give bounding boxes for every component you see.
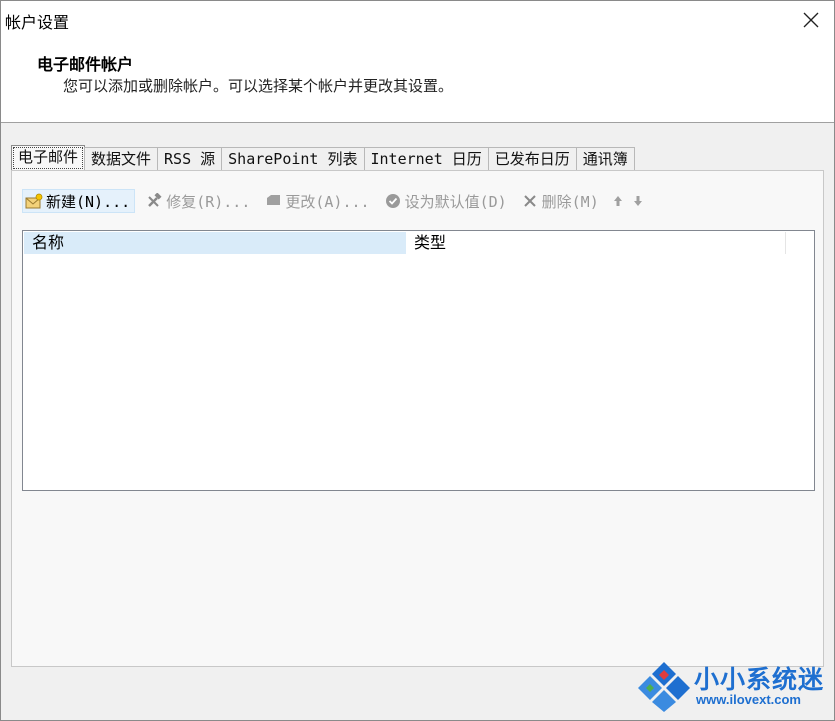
email-tab-panel: 新建(N)... 修复(R)... 更改(A)... 设为默认值(D) 删除(M…: [11, 170, 824, 667]
new-account-label: 新建(N)...: [46, 192, 131, 211]
watermark-text: 小小系统迷: [694, 665, 825, 694]
title-bar: 帐户设置: [1, 1, 834, 39]
watermark-url: www.ilovext.com: [696, 692, 801, 707]
set-default-label: 设为默认值(D): [404, 192, 507, 211]
tab-published-calendars[interactable]: 已发布日历: [487, 147, 577, 171]
header-description: 您可以添加或删除帐户。可以选择某个帐户并更改其设置。: [63, 77, 454, 95]
window-title: 帐户设置: [5, 13, 70, 32]
set-default-button[interactable]: 设为默认值(D): [382, 189, 511, 213]
check-circle-icon: [384, 192, 402, 210]
watermark-logo-icon: [638, 662, 690, 712]
delete-label: 删除(M): [541, 192, 599, 211]
list-header: 名称 类型: [24, 232, 813, 254]
dialog-header: 电子邮件帐户 您可以添加或删除帐户。可以选择某个帐户并更改其设置。: [1, 39, 834, 123]
tab-data-files[interactable]: 数据文件: [84, 147, 159, 171]
account-toolbar: 新建(N)... 修复(R)... 更改(A)... 设为默认值(D) 删除(M…: [22, 189, 651, 213]
change-label: 更改(A)...: [285, 192, 370, 211]
tab-internet-calendars[interactable]: Internet 日历: [363, 147, 489, 171]
change-button[interactable]: 更改(A)...: [262, 189, 373, 213]
tab-sharepoint-lists[interactable]: SharePoint 列表: [221, 147, 365, 171]
close-button[interactable]: [798, 7, 824, 33]
watermark: 小小系统迷 www.ilovext.com: [636, 658, 826, 712]
header-title: 电子邮件帐户: [37, 55, 134, 74]
arrow-up-icon: [613, 196, 622, 206]
account-list[interactable]: 名称 类型: [22, 230, 815, 491]
new-mail-icon: [25, 192, 43, 210]
tab-address-books[interactable]: 通讯簿: [575, 147, 635, 171]
repair-label: 修复(R)...: [166, 192, 251, 211]
column-header-name[interactable]: 名称: [24, 232, 406, 254]
repair-button[interactable]: 修复(R)...: [143, 189, 254, 213]
tab-email[interactable]: 电子邮件: [11, 145, 86, 171]
change-icon: [264, 192, 282, 210]
move-down-button[interactable]: [631, 192, 645, 210]
tools-icon: [145, 192, 163, 210]
tab-rss-feeds[interactable]: RSS 源: [157, 147, 223, 171]
delete-x-icon: [521, 192, 539, 210]
tab-strip: 电子邮件 数据文件 RSS 源 SharePoint 列表 Internet 日…: [11, 145, 635, 171]
close-icon: [803, 12, 819, 28]
column-header-type[interactable]: 类型: [406, 232, 786, 254]
move-up-button[interactable]: [611, 192, 625, 210]
arrow-down-icon: [633, 196, 642, 206]
delete-button[interactable]: 删除(M): [519, 189, 603, 213]
account-settings-window: 帐户设置 电子邮件帐户 您可以添加或删除帐户。可以选择某个帐户并更改其设置。 电…: [0, 0, 835, 721]
new-account-button[interactable]: 新建(N)...: [22, 189, 136, 213]
